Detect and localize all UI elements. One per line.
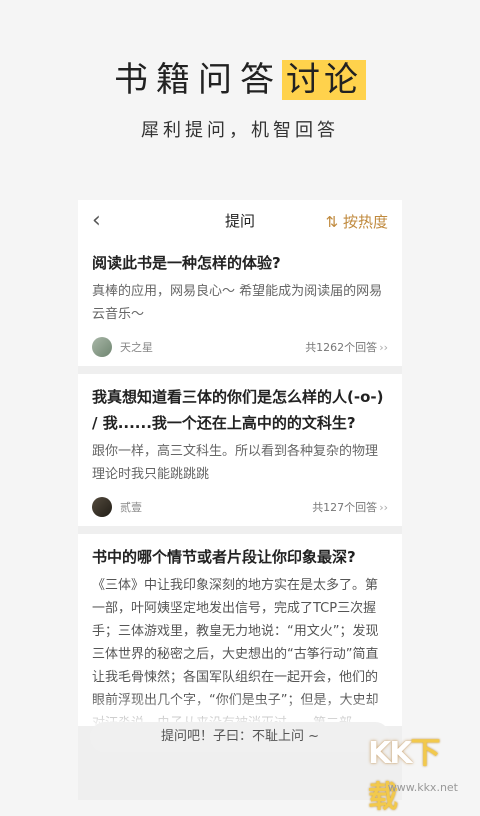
question-card[interactable]: 我真想知道看三体的你们是怎么样的人(-o-) / 我......我一个还在上高中… xyxy=(78,374,402,526)
kkx-watermark-logo: KK下载 xyxy=(368,728,466,815)
question-footer: 天之星 共1262个回答 ›› xyxy=(92,336,388,358)
question-title[interactable]: 书中的哪个情节或者片段让你印象最深? xyxy=(92,544,388,570)
avatar[interactable] xyxy=(92,337,112,357)
chevron-right-icon: ›› xyxy=(379,341,388,354)
answer-preview[interactable]: 真棒的应用，网易良心～ 希望能成为阅读届的网易云音乐～ xyxy=(92,280,388,326)
answer-count-label: 共1262个回答 xyxy=(305,341,378,354)
username[interactable]: 贰壹 xyxy=(120,499,142,515)
answer-count[interactable]: 共1262个回答 ›› xyxy=(305,339,388,355)
promo-subtitle: 犀利提问，机智回答 xyxy=(141,120,339,141)
question-footer: 贰壹 共127个回答 ›› xyxy=(92,496,388,518)
username[interactable]: 天之星 xyxy=(120,339,153,355)
nav-bar: ‹ 提问 ⇅ 按热度 xyxy=(78,200,402,240)
back-icon[interactable]: ‹ xyxy=(92,208,101,233)
app-screen: ‹ 提问 ⇅ 按热度 阅读此书是一种怎样的体验? 真棒的应用，网易良心～ 希望能… xyxy=(78,200,402,800)
promo-title-main: 书籍问答 xyxy=(114,60,282,100)
watermark-url: www.kkx.net xyxy=(387,781,458,794)
question-card[interactable]: 书中的哪个情节或者片段让你印象最深? 《三体》中让我印象深刻的地方实在是太多了。… xyxy=(78,534,402,726)
chevron-right-icon: ›› xyxy=(379,501,388,514)
promo-title: 书籍问答 讨论 xyxy=(0,52,480,101)
avatar[interactable] xyxy=(92,497,112,517)
sort-by-popularity-button[interactable]: ⇅ 按热度 xyxy=(326,211,388,232)
question-title[interactable]: 我真想知道看三体的你们是怎么样的人(-o-) / 我......我一个还在上高中… xyxy=(92,384,388,436)
answer-count-label: 共127个回答 xyxy=(312,501,378,514)
promo-title-highlight: 讨论 xyxy=(282,60,366,100)
question-card[interactable]: 阅读此书是一种怎样的体验? 真棒的应用，网易良心～ 希望能成为阅读届的网易云音乐… xyxy=(78,240,402,366)
ask-question-input[interactable]: 提问吧！子曰：不耻上问 ~ xyxy=(90,722,390,752)
answer-count[interactable]: 共127个回答 ›› xyxy=(312,499,388,515)
question-title[interactable]: 阅读此书是一种怎样的体验? xyxy=(92,250,388,276)
answer-preview[interactable]: 跟你一样，高三文科生。所以看到各种复杂的物理理论时我只能跳跳跳 xyxy=(92,440,388,486)
watermark-logo-kk: KK xyxy=(368,736,412,771)
